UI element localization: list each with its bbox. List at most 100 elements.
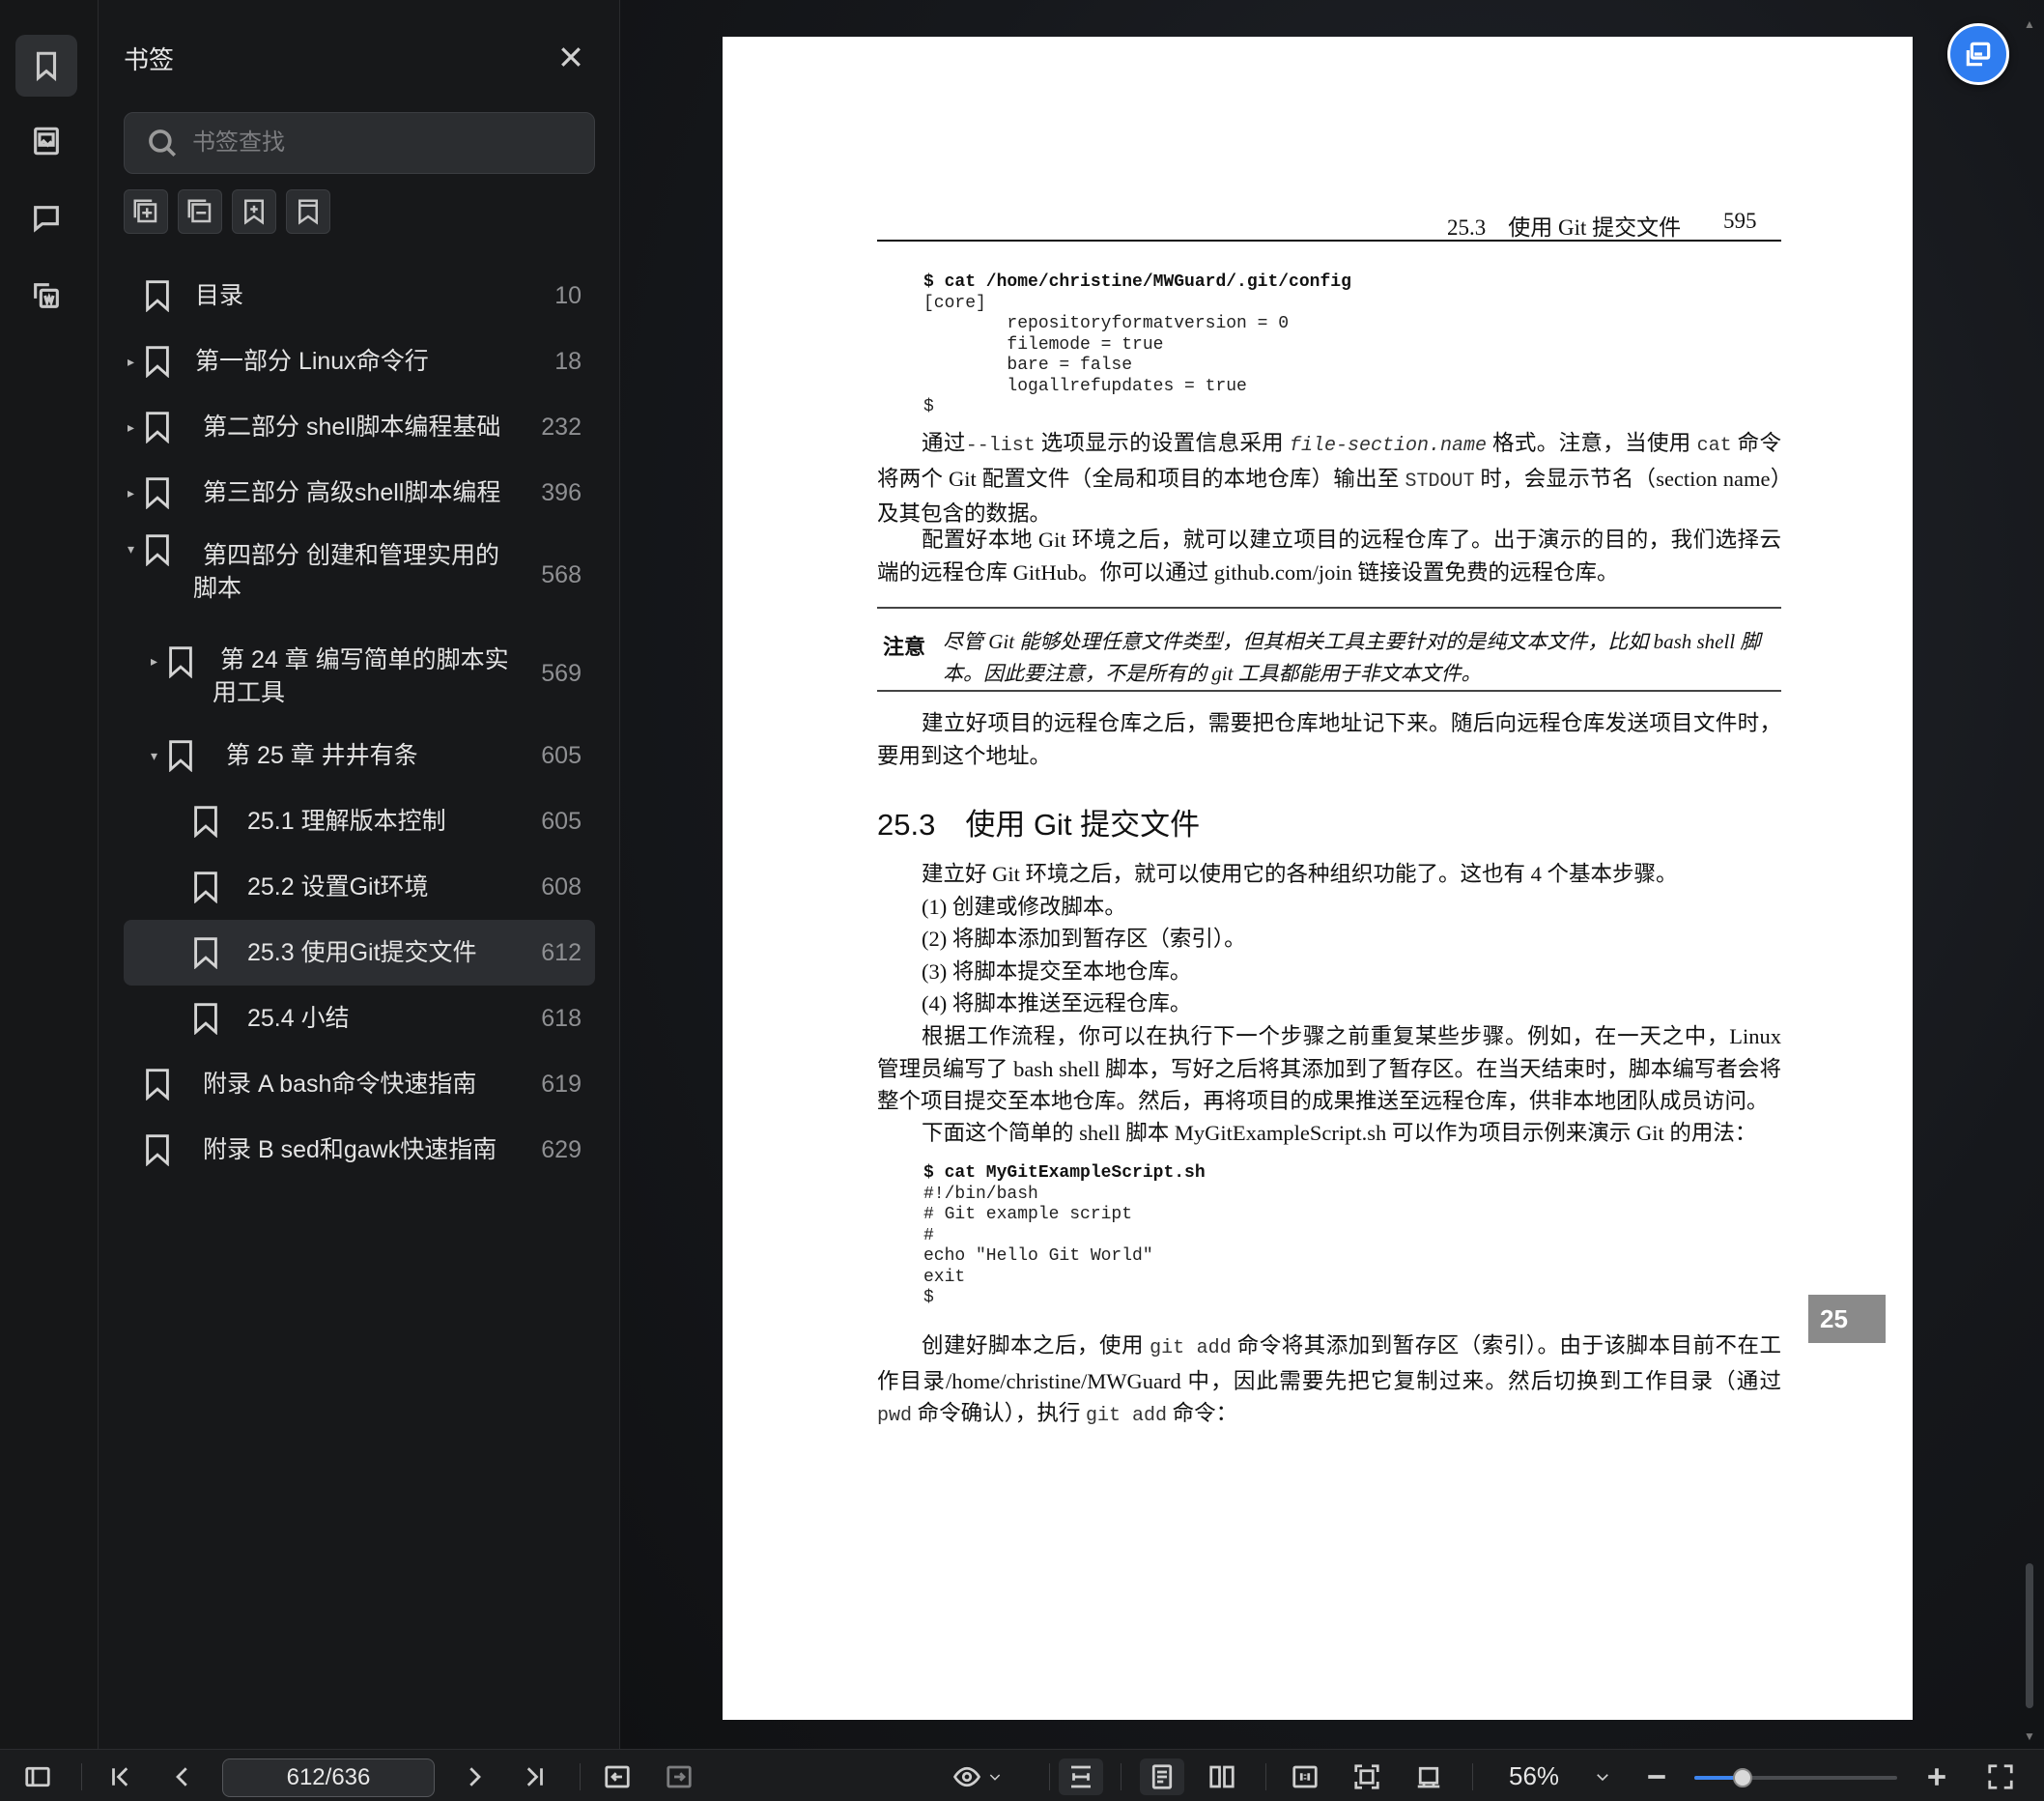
bookmark-icon	[36, 51, 57, 82]
expand-caret-icon[interactable]: ▸	[151, 653, 166, 669]
first-page-button[interactable]	[106, 1762, 135, 1791]
bookmark-item[interactable]: 附录 A bash命令快速指南 619	[124, 1051, 595, 1117]
view-mode-dropdown[interactable]	[987, 1762, 1003, 1791]
bookmark-icon	[145, 345, 170, 379]
bookmark-icon	[193, 936, 218, 970]
vertical-scrollbar[interactable]: ▲ ▼	[2023, 17, 2036, 1747]
single-page-icon	[1151, 1764, 1173, 1789]
collapse-caret-icon[interactable]: ▾	[151, 748, 166, 763]
code-line: filemode = true	[923, 334, 1164, 355]
add-bookmark-button[interactable]	[232, 189, 276, 234]
paragraph: 建立好 Git 环境之后，就可以使用它的各种组织功能了。这也有 4 个基本步骤。	[922, 862, 1678, 886]
bookmark-item[interactable]: ▸ 第三部分 高级shell脚本编程 396	[124, 460, 595, 526]
zoom-level[interactable]: 56%	[1509, 1761, 1559, 1791]
rotate-page-button[interactable]	[1414, 1762, 1443, 1791]
step-item: (2) 将脚本添加到暂存区（索引）。	[922, 927, 1246, 951]
bookmark-item[interactable]: 25.4 小结 618	[124, 986, 595, 1051]
bookmark-item[interactable]: 目录 10	[124, 263, 595, 329]
fit-page-button[interactable]	[1352, 1762, 1381, 1791]
paragraph: 配置好本地 Git 环境之后，就可以建立项目的远程仓库了。出于演示的目的，我们选…	[877, 528, 1781, 585]
paragraph: 创建好脚本之后，使用 git add 命令将其添加到暂存区（索引）。由于该脚本目…	[877, 1333, 1781, 1427]
collapse-all-button[interactable]	[178, 189, 222, 234]
two-page-button[interactable]	[1207, 1762, 1236, 1791]
bookmark-item[interactable]: 25.2 设置Git环境 608	[124, 854, 595, 920]
expand-all-button[interactable]	[124, 189, 168, 234]
bookmark-item[interactable]: ▾ 第四部分 创建和管理实用的脚本 568	[124, 526, 595, 624]
toggle-sidebar-button[interactable]	[23, 1762, 52, 1791]
bookmark-item[interactable]: 附录 B sed和gawk快速指南 629	[124, 1117, 595, 1183]
bookmark-icon	[193, 1002, 218, 1036]
page-number-input[interactable]: 612/636	[222, 1758, 435, 1797]
bookmark-button[interactable]	[286, 189, 330, 234]
bookmark-search-box	[124, 112, 595, 174]
zoom-dropdown[interactable]	[1594, 1762, 1611, 1791]
expand-caret-icon[interactable]: ▸	[128, 419, 143, 435]
previous-page-button[interactable]	[168, 1762, 197, 1791]
note-text: 尽管 Git 能够处理任意文件类型，但其相关工具主要针对的是纯文本文件，比如 b…	[943, 630, 1761, 685]
actual-size-button[interactable]	[1291, 1762, 1320, 1791]
bookmark-page: 619	[541, 1070, 582, 1098]
expand-caret-icon[interactable]: ▸	[128, 485, 143, 500]
bookmark-icon	[145, 533, 170, 567]
go-forward-button[interactable]	[665, 1762, 694, 1791]
scroll-up-icon[interactable]: ▲	[2023, 17, 2036, 31]
extract-tab[interactable]	[15, 265, 77, 327]
single-page-button[interactable]	[1148, 1762, 1177, 1791]
zoom-in-button[interactable]	[1922, 1762, 1951, 1791]
comments-tab[interactable]	[15, 187, 77, 249]
fit-height-button[interactable]	[1066, 1762, 1095, 1791]
view-mode-button[interactable]	[952, 1762, 981, 1791]
code-line: [core]	[923, 293, 986, 313]
bookmark-item[interactable]: ▾ 第 25 章 井井有条 605	[124, 723, 595, 788]
fit-height-icon	[1071, 1765, 1091, 1788]
last-page-button[interactable]	[520, 1762, 549, 1791]
bookmark-page: 605	[541, 741, 582, 769]
bookmark-icon	[193, 871, 218, 904]
bookmark-item[interactable]: ▸ 第一部分 Linux命令行 18	[124, 329, 595, 394]
bookmark-search-input[interactable]	[192, 129, 559, 157]
bookmark-label: 附录 A bash命令快速指南	[203, 1071, 477, 1098]
bookmark-panel: 书签 目录 10	[99, 0, 620, 1749]
zoom-out-button[interactable]	[1642, 1762, 1671, 1791]
code-line: $	[923, 397, 934, 416]
close-panel-button[interactable]	[556, 43, 585, 71]
bookmark-item[interactable]: ▸ 第 24 章 编写简单的脚本实用工具 569	[124, 624, 595, 723]
collapse-caret-icon[interactable]: ▾	[128, 541, 143, 557]
bookmark-item[interactable]: 25.1 理解版本控制 605	[124, 788, 595, 854]
scroll-down-icon[interactable]: ▼	[2023, 1730, 2036, 1743]
add-bookmark-icon	[244, 199, 264, 225]
bookmark-page: 605	[541, 807, 582, 835]
expand-all-icon	[133, 199, 157, 223]
bookmark-item-current[interactable]: 25.3 使用Git提交文件 612	[124, 920, 595, 986]
step-item: (3) 将脚本提交至本地仓库。	[922, 959, 1192, 984]
running-header: 25.3 使用 Git 提交文件 595	[877, 209, 1781, 242]
bookmark-page: 396	[541, 478, 582, 506]
go-back-button[interactable]	[603, 1762, 632, 1791]
zoom-slider[interactable]	[1694, 1768, 1897, 1787]
thumbnails-tab[interactable]	[15, 110, 77, 172]
fullscreen-button[interactable]	[1986, 1762, 2015, 1791]
bookmark-label: 目录	[195, 282, 244, 309]
zoom-slider-knob[interactable]	[1733, 1768, 1752, 1787]
code-block-config: $ cat /home/christine/MWGuard/.git/confi…	[923, 272, 1351, 418]
bookmark-label: 第一部分 Linux命令行	[195, 348, 429, 375]
note-box: 注意 尽管 Git 能够处理任意文件类型，但其相关工具主要针对的是纯文本文件，比…	[877, 607, 1781, 692]
code-line: repositoryformatversion = 0	[923, 314, 1290, 333]
expand-caret-icon[interactable]: ▸	[128, 354, 143, 369]
next-page-button[interactable]	[460, 1762, 489, 1791]
bookmark-label: 第四部分 创建和管理实用的脚本	[193, 542, 499, 602]
chevron-left-icon	[176, 1767, 187, 1787]
bookmarks-tab[interactable]	[15, 35, 77, 97]
last-page-icon	[526, 1767, 543, 1787]
close-icon	[561, 47, 581, 67]
fit-page-icon	[1354, 1764, 1379, 1789]
bookmark-icon	[193, 805, 218, 839]
bottom-toolbar: 612/636 56%	[0, 1749, 2044, 1801]
bookmark-item[interactable]: ▸ 第二部分 shell脚本编程基础 232	[124, 394, 595, 460]
extract-text-icon	[34, 283, 59, 308]
scroll-thumb[interactable]	[2026, 1563, 2033, 1708]
screen-mirror-button[interactable]	[1947, 23, 2009, 85]
bookmark-page: 569	[541, 659, 582, 687]
bookmark-label: 25.3 使用Git提交文件	[247, 939, 477, 966]
bookmark-icon	[145, 279, 170, 313]
